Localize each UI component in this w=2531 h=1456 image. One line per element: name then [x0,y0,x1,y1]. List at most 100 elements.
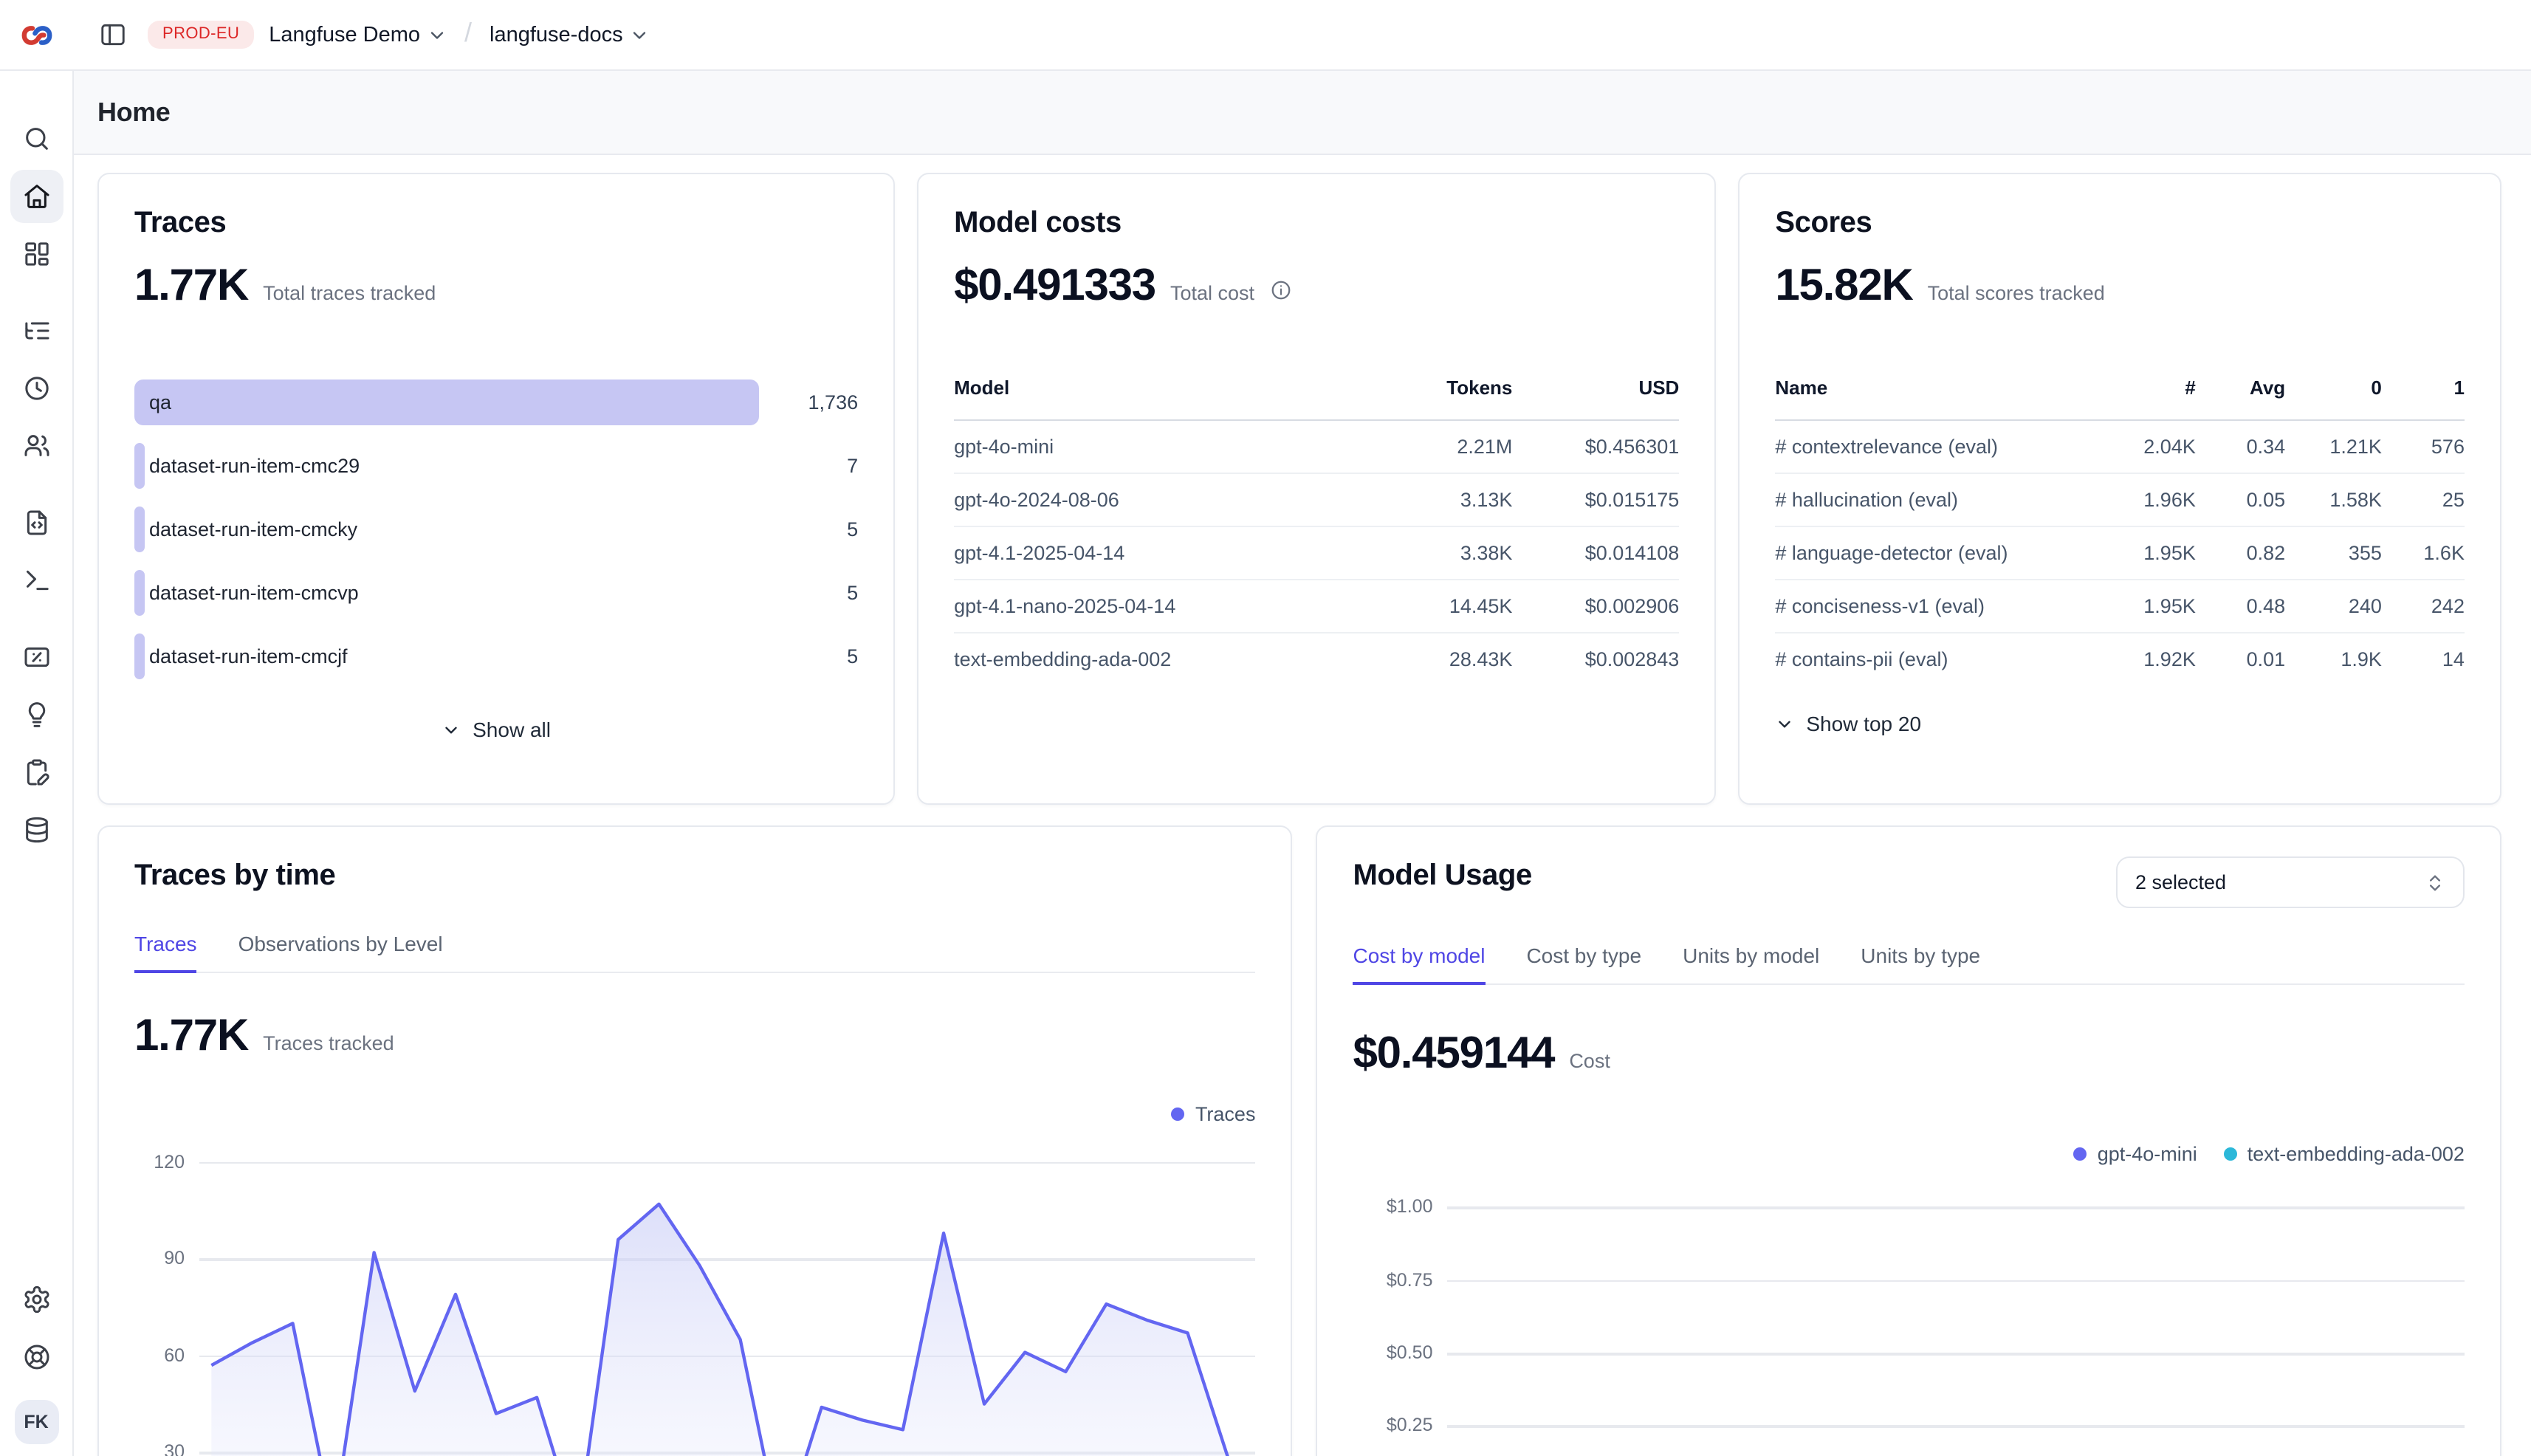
gridline [1447,1426,2465,1428]
sidebar-item-dashboards[interactable] [10,227,63,281]
legend-label: gpt-4o-mini [2098,1143,2197,1165]
bar-label: dataset-run-item-cmcjf [149,633,348,679]
dashboards-icon [21,239,51,269]
score-row[interactable]: # contains-pii (eval)1.92K0.011.9K14 [1775,633,2465,685]
model-cost-row[interactable]: gpt-4o-mini2.21M$0.456301 [954,420,1679,473]
table-cell: 0.34 [2196,420,2285,473]
chevrons-up-down-icon [2425,872,2445,893]
col-avg: Avg [2196,377,2285,420]
prompts-file-code-icon [21,508,51,538]
table-cell: 3.13K [1353,473,1512,526]
user-avatar[interactable]: FK [14,1400,58,1444]
table-cell: $0.014108 [1512,526,1679,580]
table-cell: 0.48 [2196,580,2285,633]
score-row[interactable]: # language-detector (eval)1.95K0.823551.… [1775,526,2465,580]
gridline [1447,1280,2465,1282]
project-switcher[interactable]: langfuse-docs [490,23,650,47]
col-one: 1 [2382,377,2465,420]
col-tokens: Tokens [1353,377,1512,420]
model-cost-row[interactable]: gpt-4.1-nano-2025-04-1414.45K$0.002906 [954,580,1679,633]
model-cost-row[interactable]: text-embedding-ada-00228.43K$0.002843 [954,633,1679,685]
table-cell: 0.05 [2196,473,2285,526]
sidebar-item-users[interactable] [10,419,63,473]
col-name: Name [1775,377,2099,420]
show-all-button[interactable]: Show all [134,718,858,741]
tracing-icon [21,316,51,346]
tab-units-by-type[interactable]: Units by type [1861,944,1980,985]
legend-item: gpt-4o-mini [2074,1143,2197,1165]
sidebar-nav [0,71,72,861]
trace-bar-row[interactable]: dataset-run-item-cmcjf 5 [134,633,858,679]
model-cost-row[interactable]: gpt-4.1-2025-04-143.38K$0.014108 [954,526,1679,580]
model-usage-legend: gpt-4o-minitext-embedding-ada-002 [1353,1141,2465,1167]
sidebar-item-tracing[interactable] [10,304,63,357]
trace-bar-row[interactable]: qa1,736 [134,380,858,425]
annotation-clipboard-pen-icon [21,758,51,787]
tab-cost-by-type[interactable]: Cost by type [1526,944,1641,985]
sidebar-item-evaluators-lightbulb[interactable] [10,688,63,741]
sidebar: FK [0,0,74,1456]
show-top-20-button[interactable]: Show top 20 [1775,712,2465,735]
bar-fill [134,380,760,425]
tab-cost-by-model[interactable]: Cost by model [1353,944,1485,985]
traces-by-time-title: Traces by time [134,859,1255,893]
bar-track: qa [134,380,772,425]
sidebar-item-prompts-file-code[interactable] [10,496,63,549]
gridline [1447,1353,2465,1355]
usage-cost-label: Cost [1569,1049,1610,1071]
bar-value: 5 [772,645,858,667]
table-cell: 240 [2285,580,2382,633]
trace-bar-row[interactable]: dataset-run-item-cmcvp5 [134,570,858,616]
tab-units-by-model[interactable]: Units by model [1683,944,1819,985]
trace-bar-row[interactable]: dataset-run-item-cmcky 5 [134,506,858,552]
table-cell: # conciseness-v1 (eval) [1775,580,2099,633]
score-row[interactable]: # conciseness-v1 (eval)1.95K0.48240242 [1775,580,2465,633]
sidebar-toggle-button[interactable] [92,14,133,55]
bar-value: 5 [772,582,858,604]
tab-traces[interactable]: Traces [134,932,197,973]
model-select-dropdown[interactable]: 2 selected [2116,856,2465,908]
sidebar-item-datasets-database[interactable] [10,803,63,856]
table-cell: gpt-4.1-nano-2025-04-14 [954,580,1353,633]
trace-bar-row[interactable]: dataset-run-item-cmc297 [134,443,858,489]
score-row[interactable]: # hallucination (eval)1.96K0.051.58K25 [1775,473,2465,526]
sidebar-item-search[interactable] [10,112,63,165]
sidebar-item-playground-terminal[interactable] [10,554,63,607]
org-name: Langfuse Demo [269,23,420,47]
sidebar-item-scores-percent[interactable] [10,631,63,684]
table-cell: 0.01 [2196,633,2285,685]
model-usage-chart: $1.00$0.75$0.50$0.25 [1353,1182,2465,1456]
langfuse-org-logo[interactable] [18,16,56,55]
y-axis-tick: 30 [134,1441,185,1456]
sidebar-item-sessions-clock[interactable] [10,362,63,415]
scores-title: Scores [1775,207,2465,241]
y-axis-tick: $0.75 [1353,1270,1432,1291]
info-icon[interactable] [1269,279,1291,301]
model-costs-title: Model costs [954,207,1679,241]
search-icon [21,124,51,154]
model-usage-tabs: Cost by model Cost by type Units by model U… [1353,944,2465,984]
traces-total-value: 1.77K [134,261,248,312]
bar-label: dataset-run-item-cmcky [149,506,357,552]
sidebar-item-home[interactable] [10,170,63,223]
sidebar-item-settings-gear[interactable] [10,1273,63,1326]
usage-cost-value: $0.459144 [1353,1029,1554,1079]
sidebar-item-support-lifebuoy[interactable] [10,1330,63,1384]
model-costs-table: Model Tokens USD gpt-4o-mini2.21M$0.4563… [954,377,1679,685]
score-row[interactable]: # contextrelevance (eval)2.04K0.341.21K5… [1775,420,2465,473]
scores-table: Name # Avg 0 1 # contextrelevance (eval)… [1775,377,2465,685]
traces-tracked-value: 1.77K [134,1011,248,1061]
bar-value: 5 [772,518,858,540]
bar-fill [134,443,145,489]
org-switcher[interactable]: Langfuse Demo [269,23,447,47]
total-cost-value: $0.491333 [954,261,1155,312]
model-cost-row[interactable]: gpt-4o-2024-08-063.13K$0.015175 [954,473,1679,526]
scores-card: Scores 15.82K Total scores tracked Name … [1738,173,2501,805]
tab-observations-by-level[interactable]: Observations by Level [238,932,443,973]
model-costs-card: Model costs $0.491333 Total cost Model T… [917,173,1716,805]
app-root: PROD-EU Langfuse Demo / langfuse-docs FK [0,0,2531,1456]
panel-left-icon [98,21,126,49]
total-cost-label: Total cost [1170,282,1254,304]
bar-value: 1,736 [772,391,858,413]
sidebar-item-annotation-clipboard-pen[interactable] [10,746,63,799]
